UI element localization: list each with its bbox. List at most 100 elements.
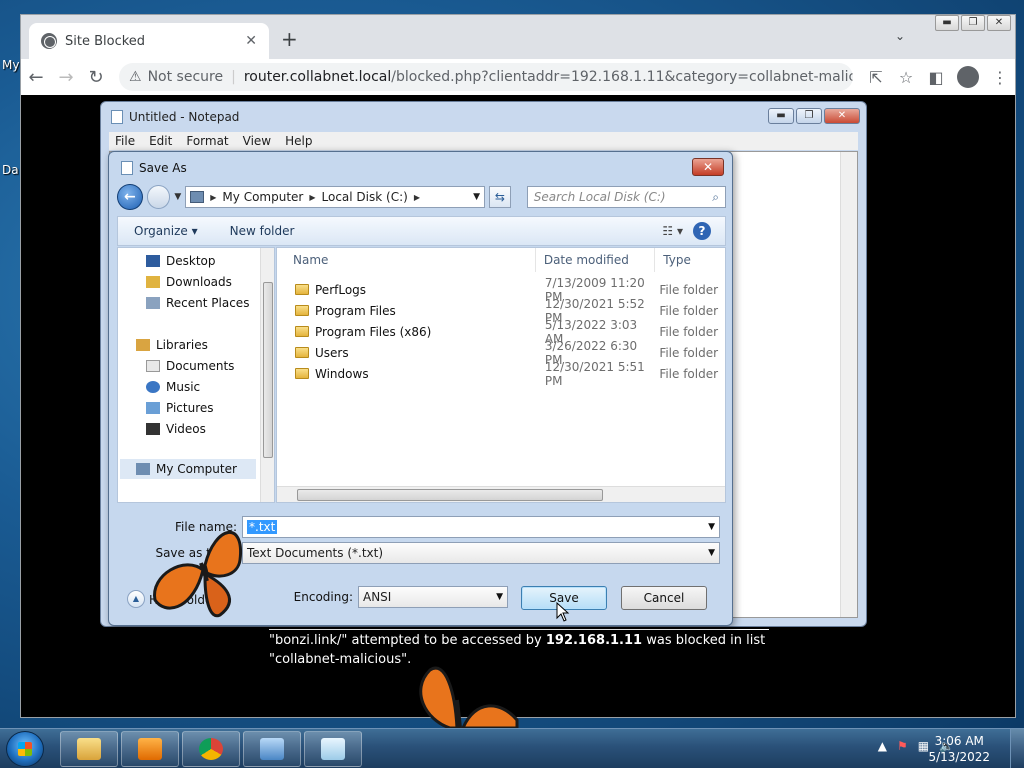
desktop-icon-label[interactable]: My [2, 58, 19, 72]
chevron-right-icon[interactable]: ▶ [210, 193, 216, 202]
table-row[interactable]: PerfLogs 7/13/2009 11:20 PM File folder [277, 276, 725, 304]
share-icon[interactable]: ⇱ [861, 68, 891, 87]
clock-date: 5/13/2022 [928, 750, 990, 764]
forward-arrow-icon[interactable] [146, 185, 171, 209]
chevron-down-icon[interactable]: ▼ [708, 522, 715, 532]
network-icon[interactable]: ▦ [918, 739, 929, 753]
table-row[interactable]: Program Files 12/30/2021 5:52 PM File fo… [277, 297, 725, 325]
tab-title: Site Blocked [65, 33, 146, 49]
breadcrumb-my-computer[interactable]: My Computer [222, 190, 303, 204]
breadcrumb-local-disk[interactable]: Local Disk (C:) [322, 190, 408, 204]
nav-item-desktop[interactable]: Desktop [146, 254, 216, 268]
minimize-button[interactable]: ▬ [935, 15, 959, 31]
file-name: PerfLogs [315, 282, 367, 297]
chevron-right-icon[interactable]: ▶ [309, 193, 315, 202]
hide-folders-icon[interactable]: ▲ [127, 590, 145, 608]
help-icon[interactable]: ? [693, 222, 711, 240]
tab-site-blocked[interactable]: Site Blocked ✕ [29, 23, 269, 59]
back-button[interactable]: ← [21, 67, 51, 88]
notepad-titlebar[interactable]: Untitled - Notepad [111, 110, 239, 124]
nav-item-recent-places[interactable]: Recent Places [146, 296, 249, 310]
save-type-select[interactable]: Text Documents (*.txt) ▼ [242, 542, 720, 564]
file-type: File folder [659, 303, 719, 318]
close-button[interactable]: ✕ [824, 108, 860, 124]
table-row[interactable]: Program Files (x86) 5/13/2022 3:03 AM Fi… [277, 318, 725, 346]
file-name: Program Files (x86) [315, 324, 432, 339]
chevron-down-icon[interactable]: ▼ [496, 592, 503, 602]
maximize-button[interactable]: ❐ [961, 15, 985, 31]
blocked-ip: 192.168.1.11 [545, 633, 643, 648]
show-desktop-button[interactable] [1010, 729, 1024, 768]
action-center-icon[interactable]: ⚑ [897, 739, 908, 753]
nav-item-music[interactable]: Music [146, 380, 200, 394]
column-date-modified[interactable]: Date modified [536, 248, 656, 272]
nav-item-pictures[interactable]: Pictures [146, 401, 214, 415]
taskbar-notepad[interactable] [304, 731, 362, 767]
desktop-icon [146, 255, 160, 267]
close-button[interactable]: ✕ [987, 15, 1011, 31]
menu-view[interactable]: View [243, 134, 271, 148]
minimize-button[interactable]: ▬ [768, 108, 794, 124]
dialog-close-button[interactable]: ✕ [692, 158, 724, 176]
new-folder-button[interactable]: New folder [230, 224, 295, 238]
column-name[interactable]: Name [277, 248, 536, 272]
taskbar-explorer[interactable] [60, 731, 118, 767]
nav-item-documents[interactable]: Documents [146, 359, 234, 373]
file-name-input[interactable]: *.txt ▼ [242, 516, 720, 538]
new-tab-button[interactable]: + [281, 27, 298, 51]
file-date: 12/30/2021 5:51 PM [544, 359, 645, 388]
back-arrow-icon[interactable]: ← [117, 184, 143, 210]
taskbar-control-panel[interactable] [243, 731, 301, 767]
search-input[interactable]: Search Local Disk (C:) ⌕ [526, 186, 726, 208]
desktop-icon-label[interactable]: Da [2, 163, 19, 177]
menu-kebab-icon[interactable]: ⋮ [985, 68, 1015, 87]
menu-format[interactable]: Format [186, 134, 228, 148]
column-type[interactable]: Type [655, 248, 725, 272]
encoding-select[interactable]: ANSI ▼ [358, 586, 508, 608]
chevron-down-icon[interactable]: ▼ [708, 548, 715, 558]
taskbar-media-player[interactable] [121, 731, 179, 767]
table-row[interactable]: Windows 12/30/2021 5:51 PM File folder [277, 360, 725, 388]
nav-item-label: Music [166, 380, 201, 394]
chevron-down-icon[interactable]: ▼ [473, 192, 480, 202]
vertical-scrollbar[interactable] [840, 152, 857, 617]
nav-item-libraries[interactable]: Libraries [136, 338, 208, 352]
scrollbar-thumb[interactable] [297, 489, 603, 501]
start-button[interactable] [6, 731, 44, 767]
cancel-button[interactable]: Cancel [621, 586, 707, 610]
reload-button[interactable]: ↻ [81, 67, 111, 88]
security-label[interactable]: Not secure [148, 69, 224, 85]
divider [269, 629, 769, 630]
maximize-button[interactable]: ❐ [796, 108, 822, 124]
view-options-icon[interactable]: ☷ ▾ [662, 224, 683, 238]
clock[interactable]: 3:06 AM 5/13/2022 [928, 733, 990, 765]
chevron-right-icon[interactable]: ▶ [414, 193, 420, 202]
taskbar-chrome[interactable] [182, 731, 240, 767]
profile-avatar-icon[interactable] [957, 66, 979, 88]
address-bar[interactable]: ⚠ Not secure | router.collabnet.local/bl… [119, 63, 853, 91]
refresh-icon[interactable]: ⇆ [489, 186, 511, 208]
side-panel-icon[interactable]: ◧ [921, 68, 951, 87]
warning-icon[interactable]: ⚠ [129, 69, 142, 85]
horizontal-scrollbar[interactable] [277, 486, 725, 502]
search-icon[interactable]: ⌕ [712, 190, 719, 205]
nav-item-videos[interactable]: Videos [146, 422, 206, 436]
breadcrumb[interactable]: ▶ My Computer ▶ Local Disk (C:) ▶ ▼ [185, 186, 486, 208]
dialog-titlebar[interactable]: Save As [121, 161, 187, 175]
nav-scrollbar[interactable] [260, 248, 274, 502]
bookmark-star-icon[interactable]: ☆ [891, 68, 921, 87]
organize-button[interactable]: Organize ▾ [134, 224, 198, 238]
menu-file[interactable]: File [115, 134, 135, 148]
close-tab-icon[interactable]: ✕ [245, 33, 257, 49]
menu-edit[interactable]: Edit [149, 134, 172, 148]
nav-item-my-computer[interactable]: My Computer [120, 459, 256, 479]
forward-button[interactable]: → [51, 67, 81, 88]
tab-search-button[interactable]: ⌄ [895, 29, 905, 43]
nav-item-downloads[interactable]: Downloads [146, 275, 232, 289]
menu-help[interactable]: Help [285, 134, 312, 148]
scrollbar-thumb[interactable] [263, 282, 273, 458]
recent-locations-dropdown-icon[interactable]: ▼ [174, 192, 181, 202]
pictures-icon [146, 402, 160, 414]
show-hidden-icons-icon[interactable]: ▲ [878, 739, 887, 753]
table-row[interactable]: Users 3/26/2022 6:30 PM File folder [277, 339, 725, 367]
